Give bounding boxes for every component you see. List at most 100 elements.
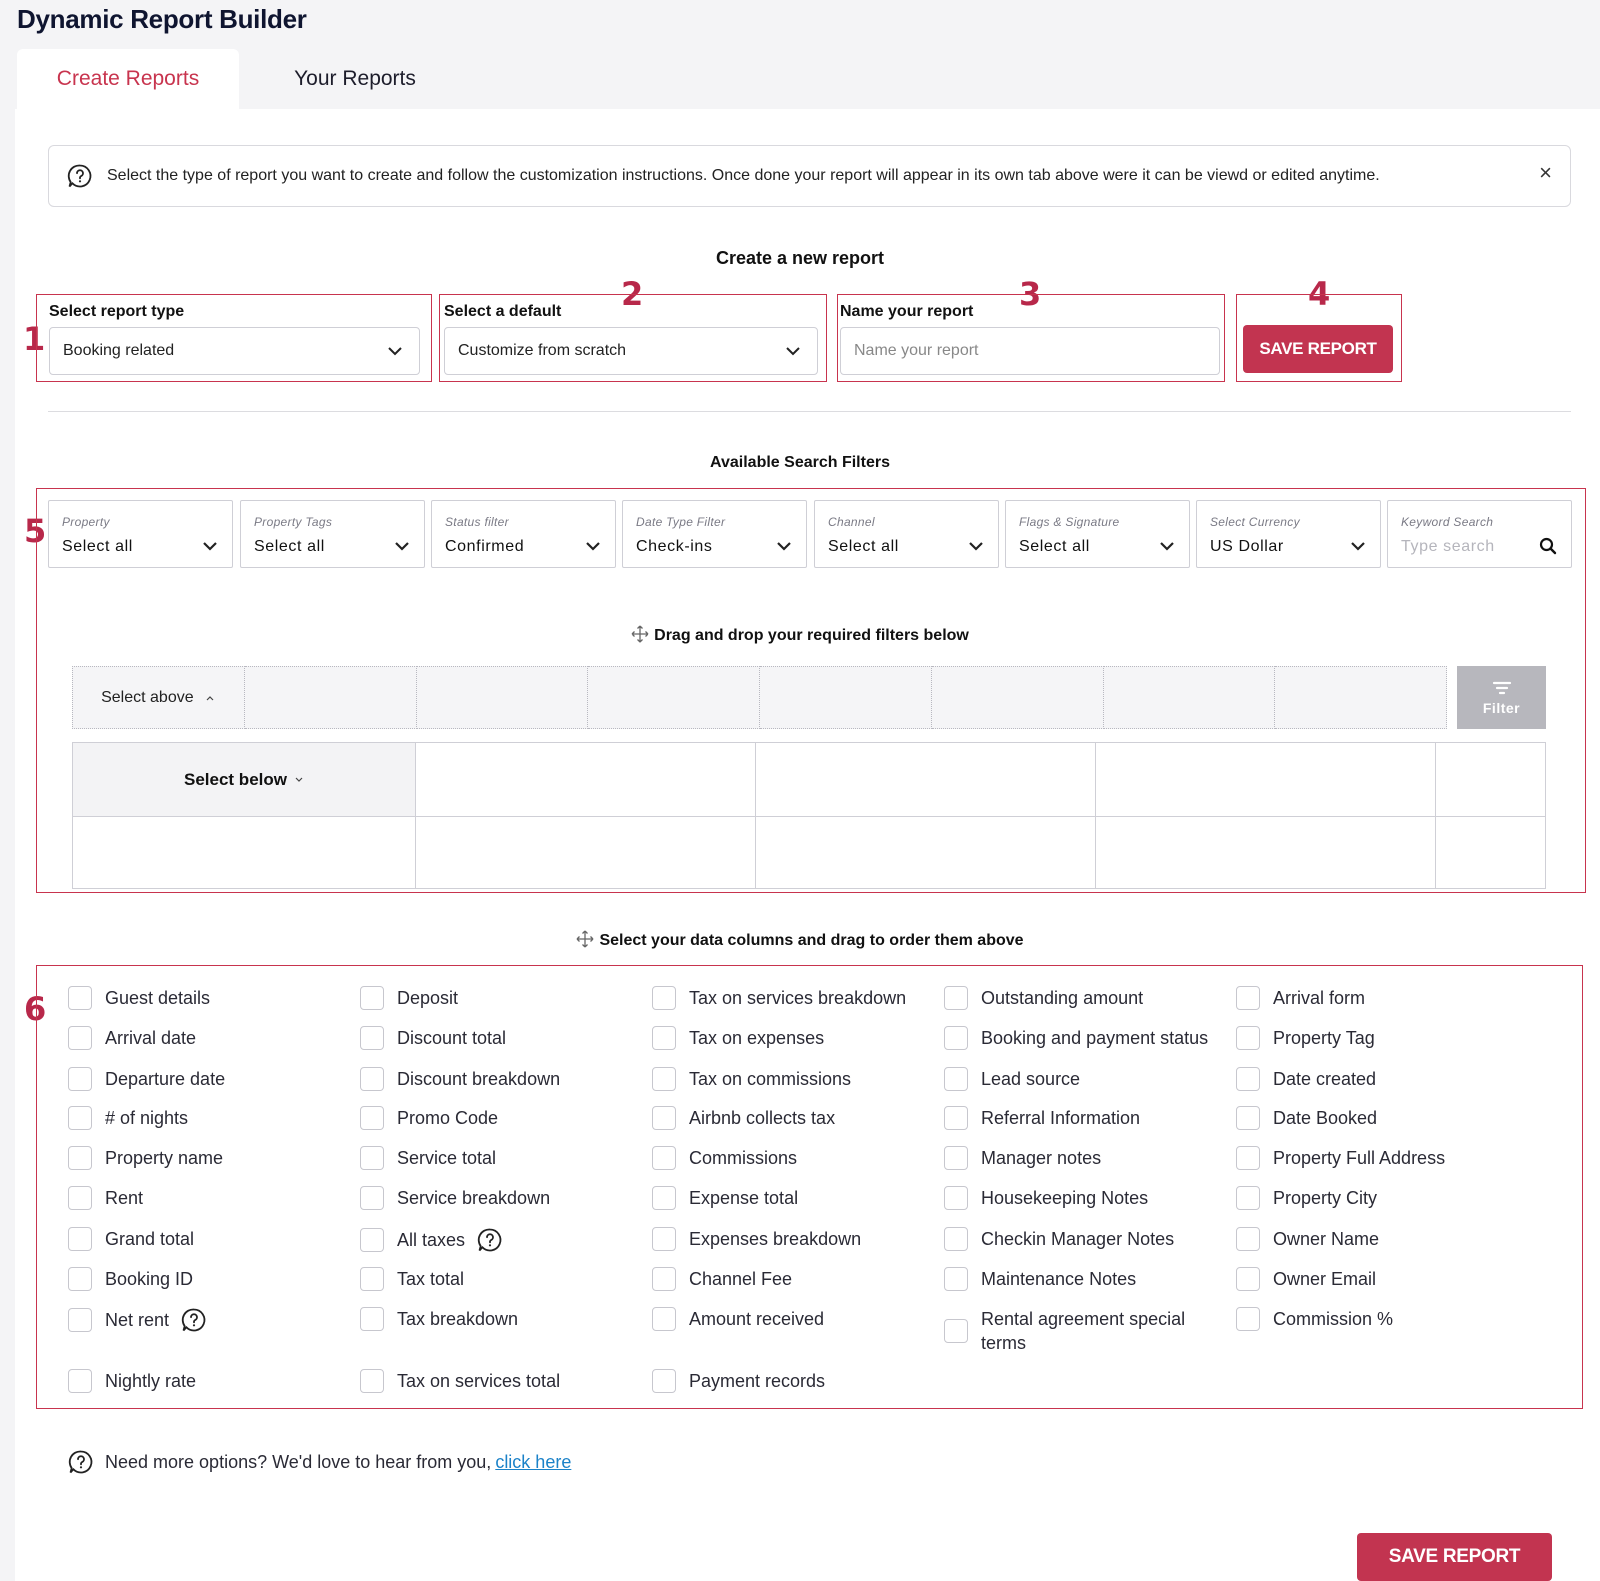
checkbox[interactable]	[360, 1106, 384, 1130]
checkbox[interactable]	[652, 1106, 676, 1130]
checkbox[interactable]	[360, 1186, 384, 1210]
column-option[interactable]: Booking ID	[68, 1267, 193, 1291]
checkbox[interactable]	[944, 1146, 968, 1170]
column-option[interactable]: # of nights	[68, 1106, 188, 1130]
checkbox[interactable]	[652, 1307, 676, 1331]
column-option[interactable]: Owner Email	[1236, 1267, 1376, 1291]
column-option[interactable]: Net rent	[68, 1307, 207, 1333]
column-option[interactable]: Service breakdown	[360, 1186, 550, 1210]
column-option[interactable]: Property Full Address	[1236, 1146, 1445, 1170]
column-option[interactable]: Lead source	[944, 1067, 1080, 1091]
checkbox[interactable]	[360, 1228, 384, 1252]
column-option[interactable]: Property name	[68, 1146, 223, 1170]
checkbox[interactable]	[1236, 1227, 1260, 1251]
filter-status[interactable]: Status filter Confirmed	[431, 500, 616, 568]
column-option[interactable]: Channel Fee	[652, 1267, 792, 1291]
report-name-input[interactable]: Name your report	[840, 327, 1220, 375]
drop-slot[interactable]	[931, 666, 1104, 729]
checkbox[interactable]	[652, 1026, 676, 1050]
tab-create-reports[interactable]: Create Reports	[17, 49, 239, 109]
checkbox[interactable]	[652, 986, 676, 1010]
checkbox[interactable]	[652, 1186, 676, 1210]
filter-date-type[interactable]: Date Type Filter Check-ins	[622, 500, 807, 568]
column-option[interactable]: Discount breakdown	[360, 1067, 560, 1091]
column-option[interactable]: Grand total	[68, 1227, 194, 1251]
column-option[interactable]: Maintenance Notes	[944, 1267, 1136, 1291]
checkbox[interactable]	[944, 1106, 968, 1130]
column-option[interactable]: Owner Name	[1236, 1227, 1379, 1251]
checkbox[interactable]	[68, 1146, 92, 1170]
drop-slot[interactable]	[416, 666, 589, 729]
filter-currency[interactable]: Select Currency US Dollar	[1196, 500, 1381, 568]
column-option[interactable]: Deposit	[360, 986, 458, 1010]
column-option[interactable]: Property City	[1236, 1186, 1377, 1210]
checkbox[interactable]	[360, 1369, 384, 1393]
column-option[interactable]: Commissions	[652, 1146, 797, 1170]
column-option[interactable]: Service total	[360, 1146, 496, 1170]
drop-slot[interactable]	[244, 666, 417, 729]
checkbox[interactable]	[944, 1026, 968, 1050]
column-option[interactable]: Date created	[1236, 1067, 1376, 1091]
help-icon[interactable]	[477, 1227, 503, 1253]
drop-slot[interactable]	[1275, 666, 1447, 729]
filter-property[interactable]: Property Select all	[48, 500, 233, 568]
checkbox[interactable]	[944, 1186, 968, 1210]
column-option[interactable]: Expenses breakdown	[652, 1227, 861, 1251]
checkbox[interactable]	[652, 1369, 676, 1393]
checkbox[interactable]	[68, 1308, 92, 1332]
save-report-button-bottom[interactable]: SAVE REPORT	[1357, 1533, 1552, 1581]
column-option[interactable]: Nightly rate	[68, 1369, 196, 1393]
search-icon[interactable]	[1539, 537, 1557, 555]
tab-your-reports[interactable]: Your Reports	[250, 49, 460, 109]
column-option[interactable]: Rental agreement special terms	[944, 1307, 1201, 1355]
select-above-dropdown[interactable]: Select above	[72, 666, 245, 729]
column-option[interactable]: Tax total	[360, 1267, 464, 1291]
checkbox[interactable]	[652, 1227, 676, 1251]
checkbox[interactable]	[360, 1267, 384, 1291]
column-option[interactable]: Commission %	[1236, 1307, 1393, 1331]
checkbox[interactable]	[1236, 1106, 1260, 1130]
column-option[interactable]: Date Booked	[1236, 1106, 1377, 1130]
column-option[interactable]: Property Tag	[1236, 1026, 1375, 1050]
checkbox[interactable]	[68, 1106, 92, 1130]
column-option[interactable]: Promo Code	[360, 1106, 498, 1130]
checkbox[interactable]	[1236, 1267, 1260, 1291]
column-option[interactable]: Tax breakdown	[360, 1307, 518, 1331]
close-icon[interactable]: ×	[1539, 160, 1552, 186]
checkbox[interactable]	[1236, 1186, 1260, 1210]
keyword-search-input[interactable]: Keyword Search Type search	[1387, 500, 1572, 568]
column-option[interactable]: Guest details	[68, 986, 210, 1010]
drop-slot[interactable]	[760, 666, 932, 729]
checkbox[interactable]	[652, 1146, 676, 1170]
column-option[interactable]: Tax on services breakdown	[652, 986, 906, 1010]
checkbox[interactable]	[1236, 1067, 1260, 1091]
filter-button[interactable]: Filter	[1457, 666, 1546, 729]
column-option[interactable]: Arrival date	[68, 1026, 196, 1050]
report-type-select[interactable]: Booking related	[49, 327, 420, 375]
checkbox[interactable]	[944, 1319, 968, 1343]
checkbox[interactable]	[360, 1307, 384, 1331]
checkbox[interactable]	[68, 1186, 92, 1210]
checkbox[interactable]	[68, 1067, 92, 1091]
checkbox[interactable]	[360, 1026, 384, 1050]
checkbox[interactable]	[68, 1227, 92, 1251]
checkbox[interactable]	[944, 1067, 968, 1091]
column-option[interactable]: Outstanding amount	[944, 986, 1143, 1010]
checkbox[interactable]	[360, 1067, 384, 1091]
checkbox[interactable]	[944, 986, 968, 1010]
checkbox[interactable]	[652, 1067, 676, 1091]
column-option[interactable]: Departure date	[68, 1067, 225, 1091]
column-option[interactable]: Rent	[68, 1186, 143, 1210]
checkbox[interactable]	[652, 1267, 676, 1291]
column-option[interactable]: Checkin Manager Notes	[944, 1227, 1174, 1251]
column-option[interactable]: All taxes	[360, 1227, 503, 1253]
checkbox[interactable]	[68, 1267, 92, 1291]
column-option[interactable]: Manager notes	[944, 1146, 1101, 1170]
drop-slot[interactable]	[588, 666, 760, 729]
column-option[interactable]: Expense total	[652, 1186, 798, 1210]
column-option[interactable]: Amount received	[652, 1307, 824, 1331]
column-option[interactable]: Discount total	[360, 1026, 506, 1050]
column-option[interactable]: Housekeeping Notes	[944, 1186, 1148, 1210]
checkbox[interactable]	[1236, 1026, 1260, 1050]
checkbox[interactable]	[68, 986, 92, 1010]
